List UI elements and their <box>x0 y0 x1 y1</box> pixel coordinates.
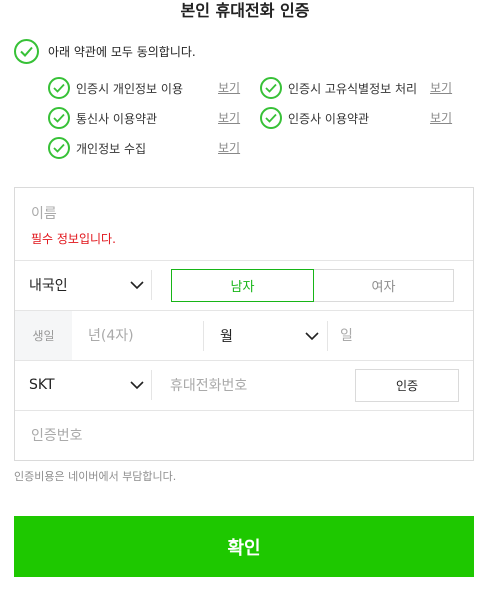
name-error-message: 필수 정보입니다. <box>31 232 116 246</box>
birth-month-select[interactable]: 월 <box>220 324 325 348</box>
nationality-value: 내국인 <box>29 278 68 294</box>
check-circle-icon <box>260 107 282 129</box>
view-link-auth-terms[interactable]: 보기 <box>430 106 452 130</box>
divider <box>151 370 152 400</box>
divider <box>151 270 152 300</box>
term-label: 인증사 이용약관 <box>288 111 370 126</box>
chevron-down-icon <box>130 281 144 290</box>
term-label: 인증시 고유식별정보 처리 <box>288 81 418 96</box>
phone-input[interactable] <box>170 374 345 398</box>
birth-day-input[interactable] <box>340 324 450 348</box>
view-link-personal-info[interactable]: 보기 <box>218 76 240 100</box>
divider <box>15 260 473 261</box>
divider <box>203 321 204 351</box>
gender-male-button[interactable]: 남자 <box>171 269 314 302</box>
gender-female-button[interactable]: 여자 <box>313 269 454 302</box>
chevron-down-icon <box>305 332 319 341</box>
check-circle-icon <box>14 39 39 64</box>
term-checkbox-unique-id[interactable]: 인증시 고유식별정보 처리 <box>260 76 417 100</box>
chevron-down-icon <box>130 381 144 390</box>
view-link-carrier-terms[interactable]: 보기 <box>218 106 240 130</box>
verification-form: 필수 정보입니다. 내국인 남자 여자 생일 월 SKT 인증 <box>14 187 474 461</box>
term-checkbox-personal-info[interactable]: 인증시 개인정보 이용 <box>48 76 183 100</box>
request-auth-button[interactable]: 인증 <box>355 369 459 402</box>
term-label: 인증시 개인정보 이용 <box>76 81 183 96</box>
name-input[interactable] <box>31 202 451 226</box>
birth-label: 생일 <box>15 311 72 360</box>
view-link-unique-id[interactable]: 보기 <box>430 76 452 100</box>
term-checkbox-carrier-terms[interactable]: 통신사 이용약관 <box>48 106 157 130</box>
carrier-value: SKT <box>29 377 55 393</box>
term-checkbox-auth-terms[interactable]: 인증사 이용약관 <box>260 106 369 130</box>
birth-month-value: 월 <box>220 329 233 345</box>
agree-all-checkbox[interactable]: 아래 약관에 모두 동의합니다. <box>14 39 196 64</box>
view-link-info-collection[interactable]: 보기 <box>218 136 240 160</box>
nationality-select[interactable]: 내국인 <box>29 273 147 297</box>
check-circle-icon <box>48 137 70 159</box>
term-label: 통신사 이용약관 <box>76 111 158 126</box>
auth-code-input[interactable] <box>31 424 451 448</box>
carrier-select[interactable]: SKT <box>29 373 147 397</box>
birth-year-input[interactable] <box>88 324 198 348</box>
agree-all-label: 아래 약관에 모두 동의합니다. <box>48 45 196 59</box>
term-label: 개인정보 수집 <box>76 141 147 156</box>
divider <box>327 321 328 351</box>
divider <box>15 410 473 411</box>
page-title: 본인 휴대전화 인증 <box>180 1 310 20</box>
divider <box>15 360 473 361</box>
term-checkbox-info-collection[interactable]: 개인정보 수집 <box>48 136 146 160</box>
check-circle-icon <box>260 77 282 99</box>
cost-note: 인증비용은 네이버에서 부담합니다. <box>14 470 177 483</box>
check-circle-icon <box>48 77 70 99</box>
confirm-button[interactable]: 확인 <box>14 516 474 577</box>
divider <box>15 310 473 311</box>
check-circle-icon <box>48 107 70 129</box>
